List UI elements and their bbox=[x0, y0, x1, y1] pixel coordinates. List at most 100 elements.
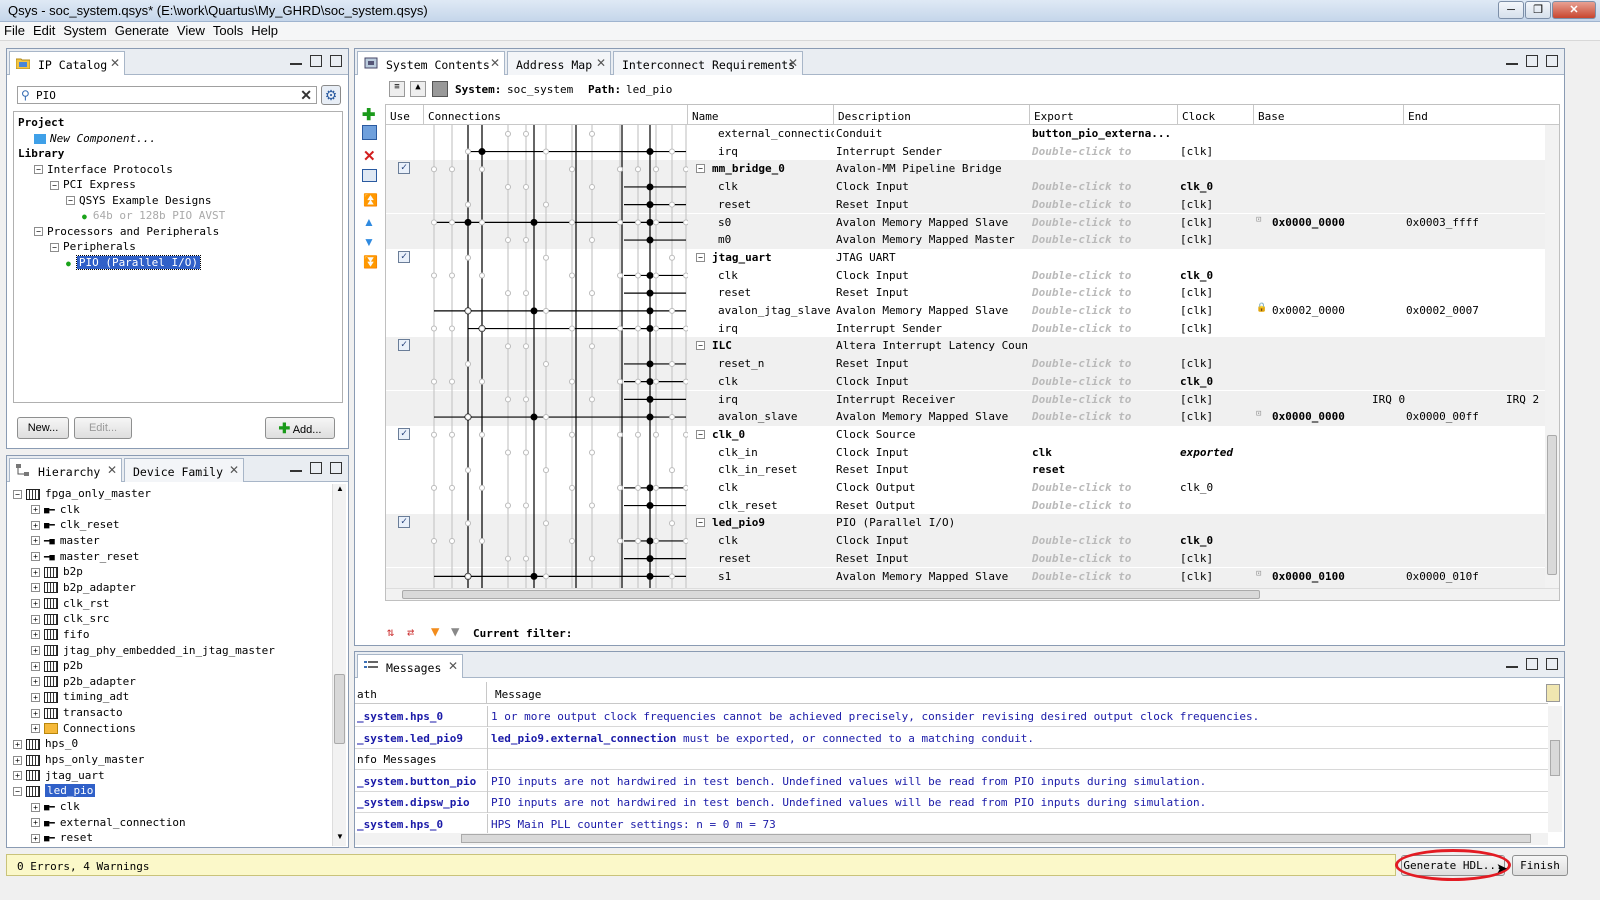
ip-tree-item[interactable]: − Peripherals bbox=[50, 240, 136, 253]
col-export[interactable]: Export bbox=[1030, 105, 1178, 125]
toggle-details-icon[interactable] bbox=[1546, 684, 1560, 702]
hierarchy-item[interactable]: + Connections bbox=[31, 722, 136, 735]
minimize-button[interactable]: ─ bbox=[1498, 1, 1524, 19]
collapse-icon[interactable]: − bbox=[696, 164, 705, 174]
use-checkbox[interactable]: ✓ bbox=[398, 427, 410, 440]
minimize-panel-icon[interactable] bbox=[1506, 658, 1518, 668]
expand-icon[interactable]: + bbox=[31, 583, 40, 593]
expand-icon[interactable]: + bbox=[31, 833, 40, 843]
horizontal-scrollbar[interactable] bbox=[355, 833, 1548, 845]
hierarchy-item[interactable]: + p2b bbox=[31, 659, 83, 672]
ip-tree-item[interactable]: Library bbox=[18, 147, 64, 160]
col-path[interactable]: ath bbox=[355, 682, 487, 704]
move-bottom-icon[interactable]: ⏬ bbox=[363, 255, 378, 269]
restore-panel-icon[interactable] bbox=[1526, 658, 1538, 670]
collapse-icon[interactable]: − bbox=[696, 518, 705, 528]
expand-icon[interactable]: + bbox=[31, 630, 40, 640]
restore-panel-icon[interactable] bbox=[310, 55, 322, 67]
expand-icon[interactable]: + bbox=[31, 802, 40, 812]
menu-file[interactable]: File bbox=[0, 22, 29, 38]
expand-icon[interactable]: + bbox=[31, 818, 40, 828]
filter-sort-icon[interactable]: ⇄ bbox=[407, 625, 414, 639]
col-name[interactable]: Name bbox=[688, 105, 834, 125]
message-row[interactable]: _system.hps_0 1 or more output clock freq… bbox=[355, 706, 1548, 727]
hierarchy-item[interactable]: − fpga_only_master bbox=[13, 487, 151, 500]
unlock-icon[interactable]: ⊡ bbox=[1256, 215, 1261, 225]
move-down-icon[interactable]: ▼ bbox=[363, 235, 375, 249]
tab-interconnect-requirements[interactable]: Interconnect Requirements ✕ bbox=[613, 51, 803, 75]
unlock-icon[interactable]: ⊡ bbox=[1256, 569, 1261, 579]
hierarchy-item[interactable]: + clk_src bbox=[31, 612, 109, 625]
use-checkbox[interactable]: ✓ bbox=[398, 250, 410, 263]
collapse-icon[interactable]: − bbox=[34, 227, 43, 236]
expand-icon[interactable]: + bbox=[31, 567, 40, 577]
hierarchy-item[interactable]: + ━■ master_reset bbox=[31, 550, 139, 563]
maximize-panel-icon[interactable] bbox=[330, 55, 342, 67]
close-tab-icon[interactable]: ✕ bbox=[448, 659, 458, 673]
vertical-scrollbar[interactable]: ▲ ▼ bbox=[332, 484, 346, 846]
ip-tree-item[interactable]: New Component... bbox=[34, 132, 156, 145]
hierarchy-item[interactable]: + ■━ clk bbox=[31, 800, 80, 813]
scrollbar-thumb[interactable] bbox=[1547, 435, 1557, 575]
move-up-icon[interactable]: ▲ bbox=[363, 215, 375, 229]
expand-icon[interactable]: + bbox=[31, 677, 40, 687]
settings-icon[interactable]: ⚙ bbox=[321, 85, 341, 105]
restore-panel-icon[interactable] bbox=[310, 462, 322, 474]
clear-search-icon[interactable]: ✕ bbox=[300, 87, 312, 104]
hierarchy-item[interactable]: + clk_rst bbox=[31, 597, 109, 610]
hierarchy-item[interactable]: + p2b_adapter bbox=[31, 675, 136, 688]
col-end[interactable]: End bbox=[1404, 105, 1559, 125]
filter-icon[interactable]: ▼ bbox=[431, 624, 439, 640]
close-tab-icon[interactable]: ✕ bbox=[788, 56, 798, 70]
menu-generate[interactable]: Generate bbox=[111, 22, 173, 38]
col-connections[interactable]: Connections bbox=[424, 105, 688, 125]
hierarchy-item[interactable]: + ■━ external_connection bbox=[31, 816, 186, 829]
close-tab-icon[interactable]: ✕ bbox=[110, 56, 120, 70]
message-row[interactable]: nfo Messages bbox=[355, 749, 1548, 770]
collapse-icon[interactable]: − bbox=[66, 196, 75, 205]
hierarchy-item[interactable]: + jtag_uart bbox=[13, 769, 105, 782]
hierarchy-item[interactable]: + ■━ clk bbox=[31, 503, 80, 516]
maximize-panel-icon[interactable] bbox=[1546, 658, 1558, 670]
col-clock[interactable]: Clock bbox=[1178, 105, 1254, 125]
ip-tree-item[interactable]: Project bbox=[18, 116, 64, 129]
hierarchy-item[interactable]: + b2p_adapter bbox=[31, 581, 136, 594]
menu-view[interactable]: View bbox=[173, 22, 209, 38]
add-button[interactable]: ✚ Add... bbox=[265, 417, 335, 439]
message-row[interactable]: _system.dipsw_pio PIO inputs are not hard… bbox=[355, 792, 1548, 813]
message-row[interactable]: _system.led_pio9 led_pio9.external_connec… bbox=[355, 727, 1548, 749]
hierarchy-item[interactable]: + ━■ master bbox=[31, 534, 100, 547]
scrollbar-thumb[interactable] bbox=[461, 834, 1531, 843]
col-use[interactable]: Use bbox=[386, 105, 424, 125]
close-tab-icon[interactable]: ✕ bbox=[229, 463, 239, 477]
minimize-panel-icon[interactable] bbox=[1506, 55, 1518, 65]
expand-icon[interactable]: + bbox=[31, 708, 40, 718]
add-component-icon[interactable] bbox=[362, 125, 377, 140]
expand-icon[interactable]: + bbox=[13, 755, 22, 765]
maximize-panel-icon[interactable] bbox=[330, 462, 342, 474]
remove-icon[interactable]: ✕ bbox=[363, 147, 376, 165]
expand-icon[interactable]: + bbox=[31, 505, 40, 515]
hierarchy-item[interactable]: + hps_only_master bbox=[13, 753, 144, 766]
scrollbar-thumb[interactable] bbox=[334, 674, 345, 744]
expand-icon[interactable]: + bbox=[13, 771, 22, 781]
expand-icon[interactable]: + bbox=[31, 661, 40, 671]
lock-icon[interactable]: 🔒 bbox=[1256, 303, 1267, 313]
ip-tree-item[interactable]: ● PIO (Parallel I/O) bbox=[66, 254, 202, 270]
collapse-icon[interactable]: − bbox=[696, 252, 705, 262]
maximize-button[interactable]: ❐ bbox=[1525, 1, 1551, 19]
move-top-icon[interactable]: ⏫ bbox=[363, 193, 378, 207]
tab-system-contents[interactable]: System Contents ✕ bbox=[357, 51, 505, 75]
menu-help[interactable]: Help bbox=[247, 22, 282, 38]
collapse-icon[interactable]: − bbox=[50, 180, 59, 190]
ip-tree-item[interactable]: − Processors and Peripherals bbox=[34, 225, 219, 238]
restore-panel-icon[interactable] bbox=[1526, 55, 1538, 67]
hierarchy-item[interactable]: − led_pio bbox=[13, 784, 96, 798]
expand-icon[interactable]: + bbox=[31, 520, 40, 530]
menu-tools[interactable]: Tools bbox=[209, 22, 247, 38]
scrollbar-thumb[interactable] bbox=[1550, 740, 1560, 776]
connections-graph[interactable] bbox=[424, 125, 688, 590]
expand-icon[interactable]: + bbox=[31, 692, 40, 702]
tab-device-family[interactable]: Device Family ✕ bbox=[124, 458, 244, 482]
hierarchy-item[interactable]: + fifo bbox=[31, 628, 90, 641]
